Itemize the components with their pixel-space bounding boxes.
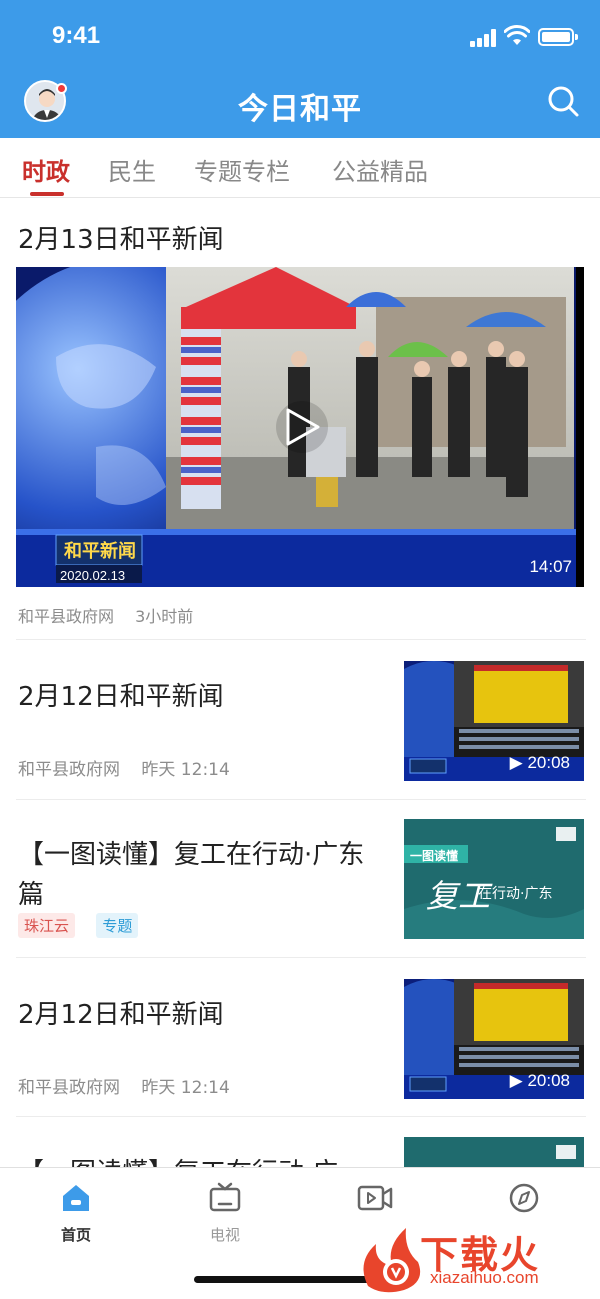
hero-video-duration: 14:07 (529, 557, 572, 576)
item-title: 【一图读懂】复工在行动·广 (18, 1153, 378, 1167)
nav-tv-label: 电视 (209, 1226, 240, 1244)
tab-livelihood[interactable]: 民生 (108, 152, 156, 187)
divider (16, 957, 586, 958)
hero-title[interactable]: 2月13日和平新闻 (18, 219, 224, 256)
item-thumbnail: ▶ 20:08 (404, 661, 584, 781)
item-meta: 和平县政府网 昨天 12:14 (18, 755, 246, 780)
search-icon[interactable] (546, 84, 580, 118)
hero-time: 3小时前 (135, 607, 194, 626)
home-icon (63, 1185, 89, 1211)
battery-icon (538, 28, 578, 46)
wifi-icon (504, 25, 530, 45)
thumb-text-small: 在行动·广东 (478, 886, 553, 902)
item-title: 【一图读懂】复工在行动·广东篇 (18, 840, 365, 910)
tv-icon (209, 1182, 241, 1212)
item-thumbnail: ▶ 20:08 (404, 979, 584, 1099)
news-feed[interactable]: 2月13日和平新闻 和平新闻 2020.02.13 14:07 和平县政府网 3… (0, 199, 600, 1167)
hero-video-date: 2020.02.13 (60, 568, 126, 583)
item-source: 和平县政府网 (18, 1078, 120, 1098)
watermark-url: xiazaihuo.com (430, 1268, 539, 1287)
divider (16, 639, 586, 640)
category-tabs: 时政 民生 专题专栏 公益精品 (0, 138, 600, 198)
item-title: 2月12日和平新闻 (18, 682, 224, 712)
item-tags: 珠江云 专题 (18, 913, 154, 938)
app-header: 9:41 今日和平 (0, 0, 600, 138)
status-bar: 9:41 (0, 0, 600, 70)
divider (16, 1116, 586, 1117)
nav-discover[interactable] (474, 1182, 574, 1224)
item-thumbnail: 一图读懂 复工 在行动·广东 (404, 819, 584, 939)
active-tab-indicator (30, 192, 64, 196)
divider (16, 799, 586, 800)
item-title: 2月12日和平新闻 (18, 1000, 224, 1030)
tab-public-welfare[interactable]: 公益精品 (332, 152, 428, 187)
hero-video-banner: 和平新闻 (64, 541, 136, 562)
hero-meta: 和平县政府网 3小时前 (18, 603, 209, 627)
nav-tv[interactable]: 电视 (175, 1182, 275, 1245)
compass-icon (509, 1183, 539, 1213)
page-title: 今日和平 (238, 92, 362, 127)
thumb-label: 一图读懂 (410, 849, 459, 863)
hero-source: 和平县政府网 (18, 607, 115, 626)
list-item[interactable]: 2月12日和平新闻 和平县政府网 昨天 12:14 ▶ 20:08 (0, 977, 600, 1117)
item-source: 和平县政府网 (18, 760, 120, 780)
cellular-signal-icon (470, 29, 498, 47)
tag-special: 专题 (96, 913, 139, 938)
item-thumbnail (404, 1137, 584, 1167)
nav-home-label: 首页 (60, 1226, 91, 1244)
nav-home[interactable]: 首页 (26, 1182, 126, 1245)
list-item[interactable]: 2月12日和平新闻 和平县政府网 昨天 12:14 ▶ 20:08 (0, 659, 600, 799)
list-item[interactable]: 【一图读懂】复工在行动·广 (0, 1135, 600, 1167)
item-time: 昨天 12:14 (141, 760, 230, 780)
item-duration: ▶ 20:08 (509, 753, 570, 772)
list-item[interactable]: 【一图读懂】复工在行动·广东篇 珠江云 专题 一图读懂 复工 在行动·广东 (0, 817, 600, 957)
tab-politics[interactable]: 时政 (22, 152, 70, 187)
tag-zhujiangyun: 珠江云 (18, 913, 76, 938)
video-icon (357, 1185, 393, 1211)
status-time: 9:41 (52, 22, 101, 49)
item-time: 昨天 12:14 (141, 1078, 230, 1098)
item-duration: ▶ 20:08 (509, 1071, 570, 1090)
item-meta: 和平县政府网 昨天 12:14 (18, 1073, 246, 1098)
nav-video[interactable] (325, 1182, 425, 1224)
tab-special-topics[interactable]: 专题专栏 (194, 152, 290, 187)
hero-video-player[interactable]: 和平新闻 2020.02.13 14:07 (16, 267, 584, 587)
